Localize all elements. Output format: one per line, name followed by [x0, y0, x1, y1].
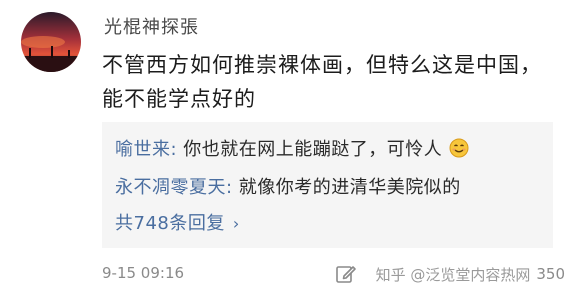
chevron-right-icon: › — [232, 214, 240, 233]
reply-text: 就像你考的进清华美院似的 — [238, 177, 461, 198]
more-replies-label: 共748条回复 — [115, 213, 225, 234]
reply-item[interactable]: 永不凋零夏天: 就像你考的进清华美院似的 — [115, 173, 461, 199]
avatar[interactable] — [21, 12, 81, 72]
smile-emoji — [449, 138, 469, 158]
timestamp: 9-15 09:16 — [102, 264, 185, 282]
reply-author[interactable]: 永不凋零夏天 — [115, 177, 226, 198]
more-replies-link[interactable]: 共748条回复 › — [115, 209, 240, 235]
like-count[interactable]: 350 — [536, 265, 565, 283]
edit-icon[interactable] — [334, 262, 358, 286]
reply-text: 你也就在网上能蹦跶了，可怜人 — [183, 139, 443, 160]
comment-actions: 知乎 @泛览堂内容热网 350 — [334, 262, 565, 286]
reply-separator: : — [226, 177, 239, 198]
reply-separator: : — [170, 139, 184, 160]
username[interactable]: 光棍神探張 — [104, 13, 199, 39]
reply-box[interactable]: 喻世来: 你也就在网上能蹦跶了，可怜人 永不凋零夏天: 就像你考的进清华美院似的… — [102, 122, 553, 248]
reply-item[interactable]: 喻世来: 你也就在网上能蹦跶了，可怜人 — [115, 135, 469, 161]
comment-text: 不管西方如何推崇裸体画，但特么这是中国，能不能学点好的 — [102, 53, 542, 111]
avatar-image — [21, 12, 81, 72]
reply-author[interactable]: 喻世来 — [115, 139, 171, 160]
watermark: 知乎 @泛览堂内容热网 — [375, 265, 531, 284]
